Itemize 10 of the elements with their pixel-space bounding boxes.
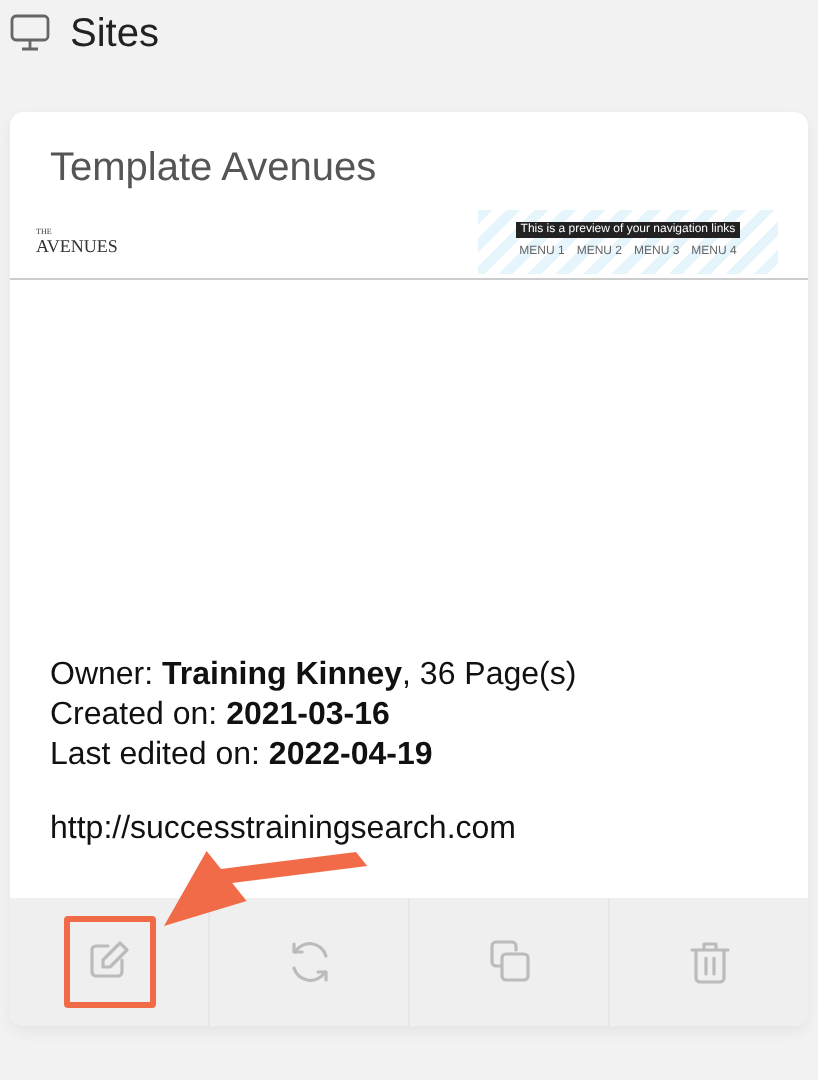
page-title: Sites	[70, 9, 159, 59]
trash-icon	[685, 938, 733, 986]
detail-text: Owner: Training Kinney, 36 Page(s)	[50, 656, 579, 696]
detail-text: Created on: 2021-03-16	[50, 696, 392, 736]
site-url[interactable]: http://successtrainingsearch.com	[50, 810, 768, 850]
card-title: Template Avenues	[48, 144, 379, 194]
monitor-icon	[10, 14, 50, 52]
detail-text: Last edited on: 2022-04-19	[50, 736, 435, 776]
copy-icon	[485, 938, 533, 986]
logo-text: AVENUES	[36, 236, 118, 256]
